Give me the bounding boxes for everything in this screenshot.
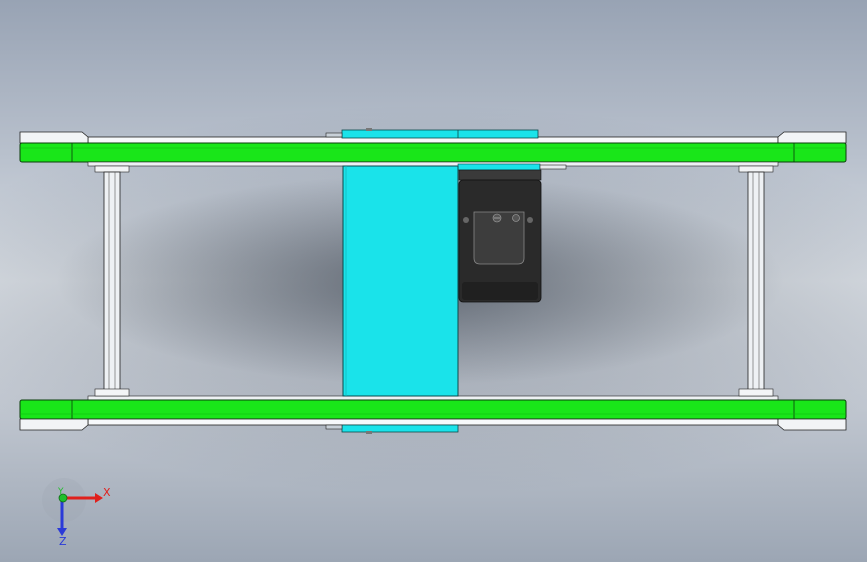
center-cyan-carriage	[342, 165, 459, 397]
assembly-top-view[interactable]: X Y Z	[0, 0, 867, 562]
bottom-green-rail	[19, 399, 847, 420]
y-axis-label: Y	[57, 487, 64, 497]
left-guide-rod[interactable]	[94, 165, 130, 397]
right-guide-rod[interactable]	[738, 165, 774, 397]
coordinate-triad: X Y Z	[42, 478, 111, 548]
bottom-rail-assembly[interactable]	[19, 395, 847, 434]
z-axis-label: Z	[59, 535, 67, 548]
x-axis-label: X	[103, 486, 111, 499]
top-rail-assembly[interactable]	[19, 128, 847, 171]
top-cyan-carriage	[341, 129, 539, 139]
top-green-rail	[19, 142, 847, 163]
stepper-motor[interactable]	[458, 169, 542, 303]
bottom-cyan-carriage	[341, 424, 459, 433]
cad-viewport[interactable]: X Y Z	[0, 0, 867, 562]
